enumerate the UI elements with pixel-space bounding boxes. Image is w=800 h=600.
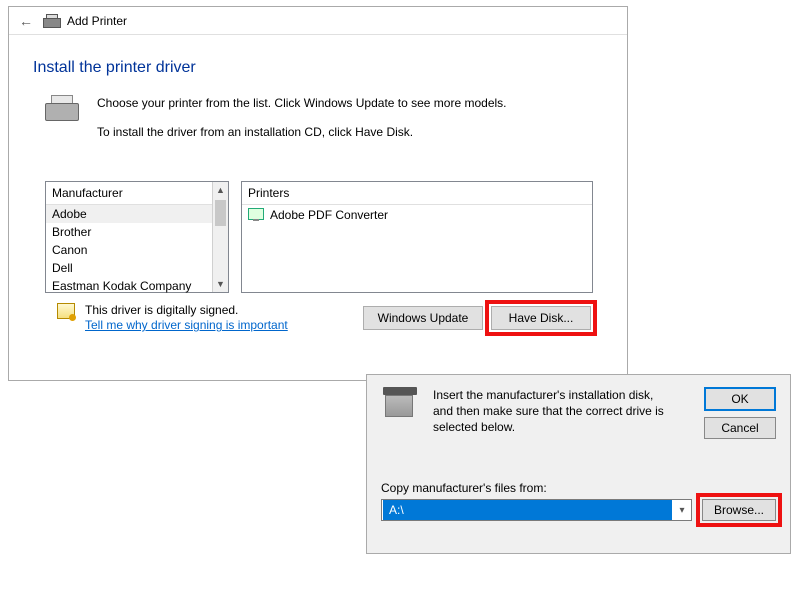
signing-info: This driver is digitally signed. Tell me… <box>57 303 288 334</box>
manufacturer-item[interactable]: Adobe <box>46 205 228 223</box>
manufacturer-item[interactable]: Canon <box>46 241 228 259</box>
disk-dialog-message: Insert the manufacturer's installation d… <box>433 387 673 439</box>
browse-button[interactable]: Browse... <box>702 499 776 521</box>
have-disk-button[interactable]: Have Disk... <box>491 306 591 330</box>
windows-update-button[interactable]: Windows Update <box>363 306 483 330</box>
disk-dialog-top: Insert the manufacturer's installation d… <box>381 387 776 439</box>
printers-header: Printers <box>242 182 592 205</box>
manufacturer-items: Adobe Brother Canon Dell Eastman Kodak C… <box>46 205 228 295</box>
scroll-up-icon[interactable]: ▲ <box>213 182 228 198</box>
signing-text-block: This driver is digitally signed. Tell me… <box>85 303 288 334</box>
instructions-text: Choose your printer from the list. Click… <box>97 95 507 153</box>
scroll-down-icon[interactable]: ▼ <box>213 276 228 292</box>
scroll-thumb[interactable] <box>215 200 226 226</box>
manufacturer-item[interactable]: Brother <box>46 223 228 241</box>
printer-driver-icon <box>45 95 81 125</box>
certificate-icon <box>57 303 75 319</box>
instructions: Choose your printer from the list. Click… <box>33 95 603 153</box>
driver-lists: Manufacturer Adobe Brother Canon Dell Ea… <box>33 181 603 293</box>
cancel-button[interactable]: Cancel <box>704 417 776 439</box>
path-value: A:\ <box>383 500 672 520</box>
disk-dialog-left: Insert the manufacturer's installation d… <box>381 387 673 439</box>
path-combobox[interactable]: A:\ ▾ <box>381 499 692 521</box>
install-from-disk-dialog: Insert the manufacturer's installation d… <box>366 374 791 554</box>
wizard-body: Install the printer driver Choose your p… <box>9 35 627 348</box>
signed-status-text: This driver is digitally signed. <box>85 303 288 319</box>
signing-help-link[interactable]: Tell me why driver signing is important <box>85 318 288 332</box>
instruction-line-1: Choose your printer from the list. Click… <box>97 95 507 112</box>
wizard-title: Add Printer <box>67 14 127 28</box>
signing-row: This driver is digitally signed. Tell me… <box>33 293 603 334</box>
disk-dialog-bottom: Copy manufacturer's files from: A:\ ▾ Br… <box>381 481 776 521</box>
copy-from-label: Copy manufacturer's files from: <box>381 481 776 495</box>
page-title: Install the printer driver <box>33 59 603 77</box>
wizard-titlebar: ← Add Printer <box>9 7 627 35</box>
printers-listbox[interactable]: Printers Adobe PDF Converter <box>241 181 593 293</box>
manufacturer-listbox[interactable]: Manufacturer Adobe Brother Canon Dell Ea… <box>45 181 229 293</box>
chevron-down-icon[interactable]: ▾ <box>673 505 691 516</box>
copy-from-row: A:\ ▾ Browse... <box>381 499 776 521</box>
manufacturer-item[interactable]: Eastman Kodak Company <box>46 277 228 295</box>
add-printer-wizard: ← Add Printer Install the printer driver… <box>8 6 628 381</box>
ok-button[interactable]: OK <box>704 387 776 411</box>
disk-dialog-buttons: OK Cancel <box>704 387 776 439</box>
instruction-line-2: To install the driver from an installati… <box>97 124 507 141</box>
wizard-button-row: Windows Update Have Disk... <box>363 306 591 330</box>
printer-item[interactable]: Adobe PDF Converter <box>242 205 592 225</box>
printer-item-label: Adobe PDF Converter <box>270 208 388 222</box>
manufacturer-header: Manufacturer <box>46 182 228 205</box>
printer-model-icon <box>248 208 264 222</box>
floppy-drive-icon <box>381 387 419 421</box>
printer-icon <box>43 14 59 28</box>
manufacturer-item[interactable]: Dell <box>46 259 228 277</box>
manufacturer-scrollbar[interactable]: ▲ ▼ <box>212 182 228 292</box>
back-button[interactable]: ← <box>17 12 35 30</box>
